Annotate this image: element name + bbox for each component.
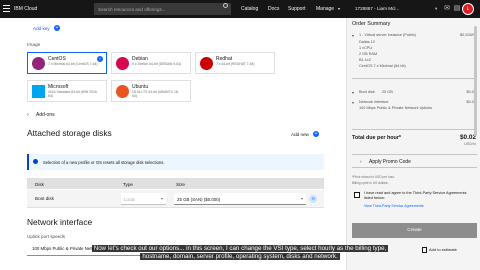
scrollbar[interactable] [474, 26, 477, 136]
addons-toggle[interactable]: Add-ons [36, 112, 55, 118]
summary-network-label: Network interface [359, 100, 389, 104]
image-version: 7.x Minimal 64-bit (CentOS 7-64) [48, 62, 98, 66]
total-unit: USD/hr [464, 142, 476, 146]
agree-checkbox[interactable] [354, 192, 360, 198]
image-tile-centos[interactable]: CentOS 7.x Minimal 64-bit (CentOS 7-64) … [27, 52, 107, 74]
account-chevron-icon[interactable]: ▾ [435, 6, 437, 12]
addons-chevron-icon[interactable]: › [27, 112, 29, 118]
summary-detail: CentOS 7.x Minimal (64 bit) [359, 64, 406, 68]
disk-action-icon[interactable]: ⟲ [309, 195, 317, 203]
summary-disk-sub: 25 GB [382, 90, 393, 94]
summary-vsi-label: 1 - Virtual server instance (Public) [359, 33, 416, 37]
disk-type-select: Local ▾ [121, 193, 166, 205]
account-switcher[interactable]: 1728867 - Liam Mcl... [355, 6, 399, 11]
col-disk: Disk [35, 181, 44, 187]
manage-chevron-icon[interactable]: ▾ [338, 6, 340, 11]
nav-support[interactable]: Support [288, 6, 306, 12]
summary-detail: 1 vCPU [359, 46, 373, 50]
nav-catalog[interactable]: Catalog [241, 6, 258, 12]
disk-size-select[interactable]: 25 GB (SAN) ($0.000) ▾ [174, 193, 306, 205]
search-icon[interactable] [223, 3, 228, 8]
redhat-logo-icon [200, 57, 213, 70]
provisioning-form: Add key + Image CentOS 7.x Minimal 64-bi… [0, 18, 346, 270]
create-button[interactable]: Create [352, 223, 477, 238]
centos-logo-icon [32, 57, 45, 70]
caption-line-1: Now let's check out our options... in th… [91, 245, 389, 252]
top-navigation-bar: IBM Cloud Search resources and offerings… [0, 0, 480, 18]
brand-name[interactable]: IBM Cloud [14, 6, 37, 12]
add-disk-link[interactable]: Add new [291, 132, 309, 137]
chevron-down-icon: ▾ [160, 196, 163, 201]
line-chevron-icon[interactable]: ▾ [352, 90, 354, 95]
image-version: 7.x 64-bit (REDHAT 7-64) [216, 62, 255, 66]
nav-docs[interactable]: Docs [268, 6, 279, 12]
notifications-icon[interactable]: ✉ [442, 4, 452, 14]
summary-title: Order Summary [352, 21, 391, 27]
storage-notice: Selection of a new profile or OS resets … [27, 154, 324, 170]
chevron-down-icon: ▾ [300, 196, 303, 201]
cost-estimator-icon[interactable]: ▤ [452, 4, 462, 14]
disk-type-value: Local [124, 196, 135, 202]
image-version: 9.x Stretch 64-bit (DEBIAN 9-64) [132, 62, 182, 66]
hamburger-menu-icon[interactable] [3, 5, 10, 12]
search-input[interactable]: Search resources and offerings... [94, 3, 231, 15]
divider [352, 78, 477, 79]
fine-print: Billing cycle in US dollars. [352, 181, 389, 185]
col-type: Type [123, 181, 133, 187]
promo-label: Apply Promo Code [369, 159, 411, 165]
col-size: Size [176, 181, 185, 187]
disk-size-value: 25 GB (SAN) ($0.000) [177, 196, 221, 202]
nav-manage[interactable]: Manage [316, 6, 334, 12]
notice-text: Selection of a new profile or OS resets … [43, 159, 165, 165]
promo-code-toggle[interactable]: › Apply Promo Code [352, 154, 477, 168]
line-chevron-icon[interactable]: ▾ [352, 33, 354, 38]
microsoft-logo-icon [32, 85, 45, 98]
line-chevron-icon[interactable]: ▾ [352, 100, 354, 105]
image-tile-microsoft[interactable]: Microsoft 2016 Standard 64-bit (WIN 2016… [27, 80, 107, 102]
image-tile-debian[interactable]: Debian 9.x Stretch 64-bit (DEBIAN 9-64) [111, 52, 191, 74]
summary-network-sub: 100 Mbps Public & Private Network Uplink… [359, 106, 433, 110]
debian-logo-icon [116, 57, 129, 70]
image-tile-redhat[interactable]: Redhat 7.x 64-bit (REDHAT 7-64) [195, 52, 275, 74]
total-label: Total due per hour* [352, 135, 402, 141]
image-tile-ubuntu[interactable]: Ubuntu 18.04 LTS 64-bit (UBUNTU 18-64) [111, 80, 191, 102]
summary-disk-label: Boot disk [359, 90, 375, 94]
third-party-agreements-link[interactable]: View Third-Party Service Agreements [364, 204, 424, 208]
avatar[interactable]: L [462, 3, 474, 15]
ubuntu-logo-icon [116, 85, 129, 98]
storage-heading: Attached storage disks [27, 128, 112, 138]
disk-name: Boot disk [35, 196, 54, 201]
image-version: 18.04 LTS 64-bit (UBUNTU 18-64) [132, 90, 179, 98]
network-heading: Network interface [27, 217, 93, 227]
add-disk-plus-icon[interactable]: + [313, 131, 319, 137]
disk-table-header: Disk Type Size [27, 178, 324, 189]
caption-line-2: hostname, domain, server profile, operat… [140, 253, 340, 260]
chevron-right-icon: › [360, 159, 362, 164]
image-label: Image [27, 43, 41, 48]
info-icon [33, 159, 38, 164]
summary-detail: 2 GB RAM [359, 52, 378, 56]
summary-detail: B1.1x2 [359, 58, 371, 62]
add-key-link[interactable]: Add key [33, 26, 50, 31]
checkmark-icon: ✓ [97, 56, 103, 62]
fine-print: *Price shown in USD per hour. [352, 175, 396, 179]
summary-detail: Dallas 10 [359, 40, 375, 44]
video-caption: Now let's check out our options... in th… [0, 245, 480, 261]
uplink-label: Uplink port speeds [27, 234, 66, 239]
add-key-plus-icon[interactable]: + [54, 25, 60, 31]
table-row: Boot disk Local ▾ 25 GB (SAN) ($0.000) ▾… [27, 190, 324, 208]
image-version: 2016 Standard 64-bit (WIN 2016-64) [48, 90, 98, 98]
agree-text: I have read and agree to the Third-Party… [364, 191, 467, 200]
order-summary-panel: Order Summary ▾ 1 - Virtual server insta… [346, 18, 480, 270]
divider [352, 129, 477, 130]
